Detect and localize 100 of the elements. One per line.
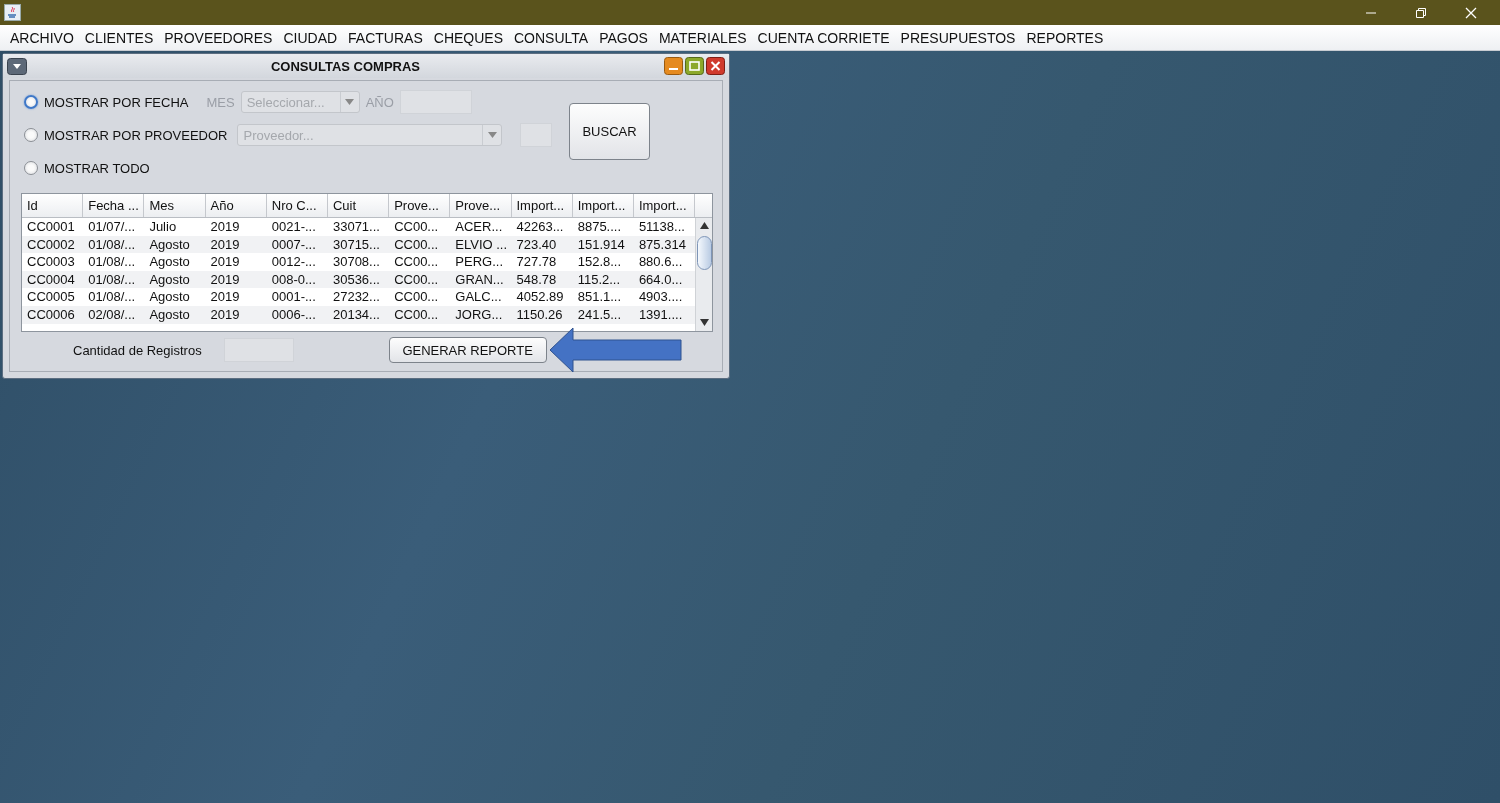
scrollbar[interactable]: [695, 218, 712, 331]
table-cell-text: 241.5...: [576, 305, 623, 324]
table-cell-text: 0012-...: [270, 253, 317, 271]
table-cell-text: 0021-...: [270, 218, 317, 236]
table-cell-text: 2019: [209, 218, 241, 236]
column-header[interactable]: Fecha ...: [83, 194, 145, 217]
table-cell-text: 30536...: [331, 270, 381, 289]
table-cell-text: CC0006: [26, 305, 76, 324]
table-cell-text: 01/08/...: [87, 235, 137, 254]
app-icon: [4, 4, 21, 21]
table-cell-text: GRAN...: [454, 270, 505, 289]
table-cell-text: ACER...: [454, 218, 504, 236]
menu-item[interactable]: CHEQUES: [427, 29, 508, 46]
table-cell-text: 0007-...: [270, 235, 317, 254]
table-cell-text: CC00...: [393, 218, 440, 236]
column-header[interactable]: Año: [205, 194, 267, 217]
table-cell-text: CC00...: [393, 288, 440, 306]
table-cell-text: 01/08/...: [87, 270, 137, 289]
table-cell-text: 2019: [209, 288, 241, 306]
table-cell-text: 727.78: [515, 253, 558, 271]
table-cell-text: CC0005: [26, 288, 76, 306]
minimize-button[interactable]: [664, 57, 683, 75]
table-cell-text: 4903....: [637, 288, 684, 306]
table-cell-text: 0006-...: [270, 305, 317, 324]
report-button[interactable]: GENERAR REPORTE: [388, 337, 547, 363]
column-header[interactable]: Nro C...: [266, 194, 328, 217]
window-title: CONSULTAS COMPRAS: [270, 58, 421, 74]
radio-button[interactable]: [24, 95, 38, 109]
table-cell-text: Agosto: [148, 253, 191, 271]
column-header[interactable]: Cuit: [327, 194, 390, 217]
table-cell-text: CC0002: [26, 235, 76, 254]
menu-item[interactable]: PAGOS: [593, 29, 653, 46]
table-cell-text: 880.6...: [637, 253, 684, 271]
table-cell-text: Agosto: [148, 305, 191, 324]
table-cell-text: 20134...: [331, 305, 381, 324]
menu-item[interactable]: REPORTES: [1020, 29, 1109, 46]
column-header[interactable]: Mes: [144, 194, 206, 217]
menu-item[interactable]: CONSULTA: [508, 29, 594, 46]
radio-button[interactable]: [24, 161, 38, 175]
table-cell-text: CC00...: [393, 253, 440, 271]
column-header[interactable]: Import...: [633, 194, 696, 217]
column-header[interactable]: Import...: [511, 194, 573, 217]
column-header[interactable]: Prove...: [450, 194, 512, 217]
menu-item[interactable]: ARCHIVO: [4, 29, 79, 46]
table-cell-text: 851.1...: [576, 288, 623, 306]
table-cell-text: 1150.26: [515, 305, 564, 324]
table-cell-text: CC00...: [393, 270, 440, 289]
table-cell-text: 30715...: [331, 235, 381, 254]
table-cell-text: 8875....: [576, 218, 623, 236]
table-cell-text: Agosto: [148, 288, 191, 306]
table-cell-text: CC00...: [393, 305, 440, 324]
column-header[interactable]: Id: [22, 194, 84, 217]
table-cell-text: CC0003: [26, 253, 76, 271]
table-cell-text: 2019: [209, 253, 241, 271]
table-cell-text: 01/08/...: [87, 288, 137, 306]
menu-item[interactable]: PROVEEDORES: [158, 29, 278, 46]
year-label: AÑO: [365, 94, 394, 110]
count-label: Cantidad de Registros: [73, 342, 202, 358]
table-cell-text: 1391....: [637, 305, 684, 324]
table-cell-text: 27232...: [331, 288, 381, 306]
month-label: MES: [206, 94, 235, 110]
table-cell-text: 723.40: [515, 235, 558, 254]
table-cell-text: 115.2...: [576, 270, 622, 289]
table-cell-text: CC0004: [26, 270, 76, 289]
table-cell-text: Julio: [148, 218, 178, 236]
scroll-down-icon[interactable]: [699, 319, 709, 327]
caret-icon: [345, 99, 355, 105]
table-cell-text: 2019: [209, 305, 241, 324]
close-button[interactable]: [706, 57, 725, 75]
table-cell-text: Agosto: [148, 235, 191, 254]
table-cell-text: 548.78: [515, 270, 558, 289]
table-cell-text: 664.0...: [637, 270, 684, 289]
menu-item[interactable]: CLIENTES: [78, 29, 159, 46]
search-button[interactable]: BUSCAR: [569, 103, 650, 160]
menu-item[interactable]: MATERIALES: [652, 29, 752, 46]
arrow-icon: [548, 327, 683, 373]
maximize-button[interactable]: [685, 57, 704, 75]
table-cell-text: 152.8...: [576, 253, 623, 271]
table-cell-text: 42263...: [515, 218, 565, 236]
column-header[interactable]: Import...: [572, 194, 634, 217]
table-cell-text: 008-0...: [270, 270, 317, 289]
radio-button[interactable]: [24, 128, 38, 142]
radio-label: MOSTRAR POR PROVEEDOR: [44, 127, 228, 143]
caret-icon: [487, 132, 497, 138]
column-header[interactable]: Prove...: [389, 194, 451, 217]
table-cell-text: 02/08/...: [87, 305, 137, 324]
table-cell-text: 2019: [209, 270, 241, 289]
menu-item[interactable]: CIUDAD: [277, 29, 343, 46]
table-cell-text: 0001-...: [270, 288, 317, 306]
menu-item[interactable]: FACTURAS: [342, 29, 428, 46]
menu-icon[interactable]: [7, 57, 27, 75]
menu-item[interactable]: CUENTA CORRIETE: [751, 29, 895, 46]
scroll-up-icon[interactable]: [699, 222, 709, 230]
menu-item[interactable]: PRESUPUESTOS: [894, 29, 1021, 46]
close-icon: [1465, 6, 1477, 19]
table-cell-text: 151.914: [576, 235, 626, 254]
table-cell-text: 875.314: [637, 235, 687, 254]
table-cell-text: ELVIO ...: [454, 235, 509, 254]
table-cell-text: GALC...: [454, 288, 503, 306]
table-cell-text: CC00...: [393, 235, 440, 254]
